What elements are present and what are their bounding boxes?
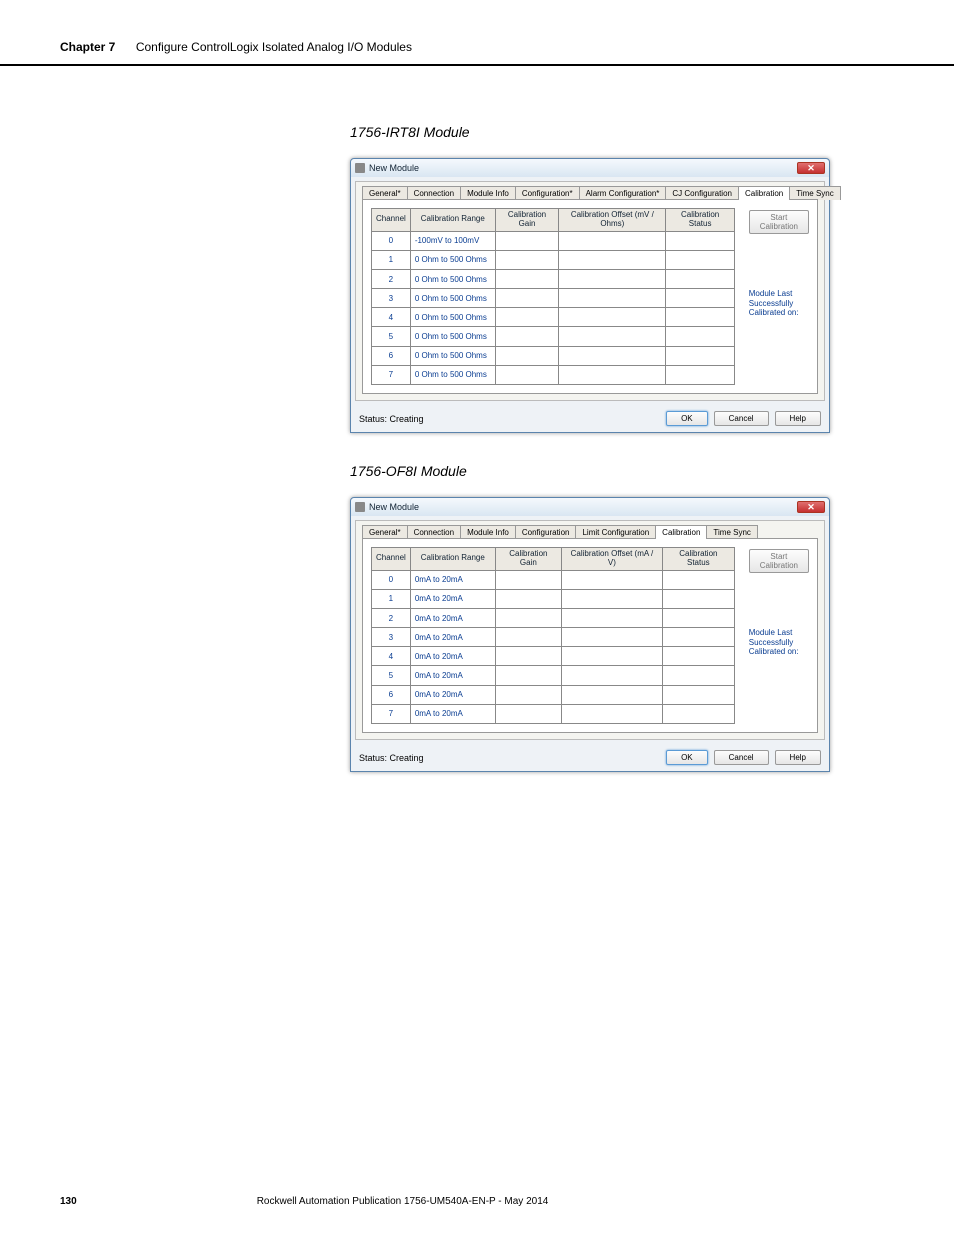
start-calibration-button[interactable]: Start Calibration (749, 549, 809, 573)
table-row[interactable]: 00mA to 20mA (372, 570, 735, 589)
col-range: Calibration Range (410, 209, 495, 232)
titlebar[interactable]: New Module ✕ (351, 498, 829, 516)
table-row[interactable]: 70mA to 20mA (372, 704, 735, 723)
status-bar: Status: Creating OK Cancel Help (351, 744, 829, 771)
tab-connection[interactable]: Connection (407, 186, 461, 200)
col-gain: Calibration Gain (495, 548, 561, 571)
table-row[interactable]: 40mA to 20mA (372, 647, 735, 666)
table-row[interactable]: 30 Ohm to 500 Ohms (372, 289, 735, 308)
table-row[interactable]: 50mA to 20mA (372, 666, 735, 685)
calibration-table: Channel Calibration Range Calibration Ga… (371, 208, 735, 385)
table-row[interactable]: 70 Ohm to 500 Ohms (372, 365, 735, 384)
chapter-title: Configure ControlLogix Isolated Analog I… (136, 40, 412, 54)
tab-connection[interactable]: Connection (407, 525, 461, 539)
tab-time-sync[interactable]: Time Sync (789, 186, 841, 200)
table-row[interactable]: 60 Ohm to 500 Ohms (372, 346, 735, 365)
tab-module-info[interactable]: Module Info (460, 525, 516, 539)
status-text: Status: Creating (359, 753, 666, 763)
tab-time-sync[interactable]: Time Sync (706, 525, 758, 539)
tab-configuration[interactable]: Configuration* (515, 186, 580, 200)
col-gain: Calibration Gain (495, 209, 558, 232)
table-row[interactable]: 20mA to 20mA (372, 608, 735, 627)
page-footer: 130 Rockwell Automation Publication 1756… (60, 1196, 894, 1207)
tab-body-calibration: Channel Calibration Range Calibration Ga… (362, 199, 818, 394)
page-header: Chapter 7 Configure ControlLogix Isolate… (0, 0, 954, 66)
dialog-irt8i: New Module ✕ General* Connection Module … (350, 158, 830, 433)
chapter-label: Chapter 7 (60, 40, 115, 54)
module-last-calibrated: Module Last Successfully Calibrated on: (749, 628, 809, 657)
status-bar: Status: Creating OK Cancel Help (351, 405, 829, 432)
tab-alarm-configuration[interactable]: Alarm Configuration* (579, 186, 667, 200)
module-last-calibrated: Module Last Successfully Calibrated on: (749, 289, 809, 318)
table-row[interactable]: 20 Ohm to 500 Ohms (372, 269, 735, 288)
app-icon (355, 163, 365, 173)
calibration-table: Channel Calibration Range Calibration Ga… (371, 547, 735, 724)
col-range: Calibration Range (410, 548, 495, 571)
table-row[interactable]: 40 Ohm to 500 Ohms (372, 308, 735, 327)
tab-cj-configuration[interactable]: CJ Configuration (665, 186, 739, 200)
tab-general[interactable]: General* (362, 186, 408, 200)
col-channel: Channel (372, 548, 411, 571)
window-title: New Module (369, 502, 419, 512)
tab-calibration[interactable]: Calibration (655, 525, 707, 539)
tab-configuration[interactable]: Configuration (515, 525, 577, 539)
col-offset: Calibration Offset (mV / Ohms) (559, 209, 666, 232)
tab-strip: General* Connection Module Info Configur… (362, 525, 818, 539)
module-heading-of8i: 1756-OF8I Module (350, 463, 894, 479)
table-row[interactable]: 30mA to 20mA (372, 628, 735, 647)
close-icon[interactable]: ✕ (797, 162, 825, 174)
ok-button[interactable]: OK (666, 750, 708, 765)
titlebar[interactable]: New Module ✕ (351, 159, 829, 177)
help-button[interactable]: Help (775, 411, 821, 426)
cancel-button[interactable]: Cancel (714, 411, 769, 426)
ok-button[interactable]: OK (666, 411, 708, 426)
tab-strip: General* Connection Module Info Configur… (362, 186, 818, 200)
table-row[interactable]: 60mA to 20mA (372, 685, 735, 704)
cancel-button[interactable]: Cancel (714, 750, 769, 765)
help-button[interactable]: Help (775, 750, 821, 765)
publication-info: Rockwell Automation Publication 1756-UM5… (257, 1196, 549, 1207)
close-icon[interactable]: ✕ (797, 501, 825, 513)
status-text: Status: Creating (359, 414, 666, 424)
tab-body-calibration: Channel Calibration Range Calibration Ga… (362, 538, 818, 733)
page-content: 1756-IRT8I Module New Module ✕ General* … (0, 66, 954, 772)
col-channel: Channel (372, 209, 411, 232)
side-panel: Start Calibration Module Last Successful… (749, 547, 809, 724)
tab-limit-configuration[interactable]: Limit Configuration (575, 525, 656, 539)
dialog-of8i: New Module ✕ General* Connection Module … (350, 497, 830, 772)
window-title: New Module (369, 163, 419, 173)
tab-general[interactable]: General* (362, 525, 408, 539)
page-number: 130 (60, 1196, 77, 1207)
table-row[interactable]: 50 Ohm to 500 Ohms (372, 327, 735, 346)
app-icon (355, 502, 365, 512)
start-calibration-button[interactable]: Start Calibration (749, 210, 809, 234)
table-row[interactable]: 10mA to 20mA (372, 589, 735, 608)
side-panel: Start Calibration Module Last Successful… (749, 208, 809, 385)
table-row[interactable]: 10 Ohm to 500 Ohms (372, 250, 735, 269)
col-status: Calibration Status (666, 209, 734, 232)
tab-calibration[interactable]: Calibration (738, 186, 790, 200)
tab-module-info[interactable]: Module Info (460, 186, 516, 200)
module-heading-irt8i: 1756-IRT8I Module (350, 124, 894, 140)
table-row[interactable]: 0-100mV to 100mV (372, 231, 735, 250)
col-offset: Calibration Offset (mA / V) (561, 548, 662, 571)
col-status: Calibration Status (662, 548, 734, 571)
